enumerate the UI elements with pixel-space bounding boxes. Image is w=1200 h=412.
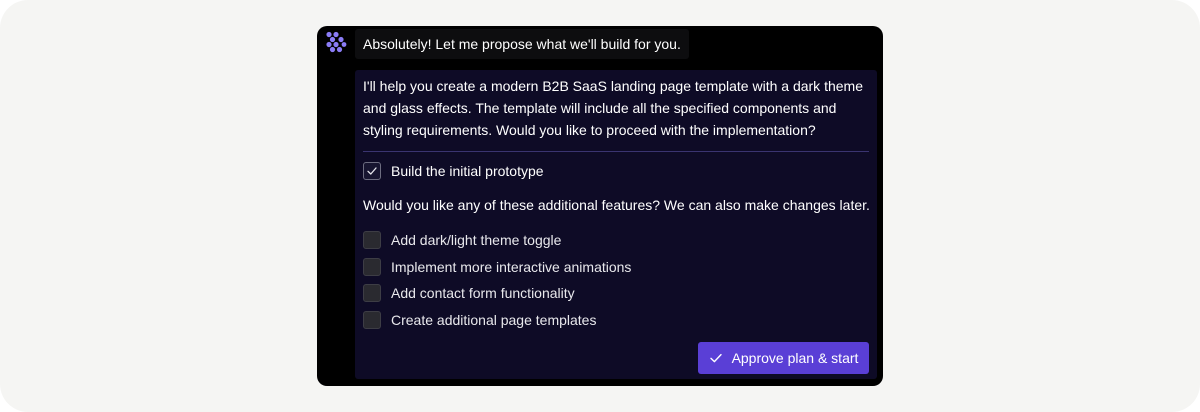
checkbox-checked[interactable] <box>363 162 381 180</box>
chat-window: Absolutely! Let me propose what we'll bu… <box>317 26 883 386</box>
feature-item-page-templates[interactable]: Create additional page templates <box>363 310 596 330</box>
checklist-item-initial-prototype[interactable]: Build the initial prototype <box>363 161 544 181</box>
plan-intro-text: I'll help you create a modern B2B SaaS l… <box>363 78 863 138</box>
checkbox[interactable] <box>363 284 381 302</box>
assistant-header-message: Absolutely! Let me propose what we'll bu… <box>355 29 689 59</box>
plan-panel: I'll help you create a modern B2B SaaS l… <box>355 70 877 379</box>
approve-plan-button[interactable]: Approve plan & start <box>698 342 869 374</box>
feature-item-label: Implement more interactive animations <box>391 259 632 275</box>
check-icon <box>367 167 377 175</box>
sparkle-dots-logo-icon <box>326 31 347 53</box>
page-background: Absolutely! Let me propose what we'll bu… <box>0 0 1200 412</box>
feature-item-animations[interactable]: Implement more interactive animations <box>363 257 631 277</box>
approve-plan-button-label: Approve plan & start <box>731 350 859 366</box>
checklist-item-label: Build the initial prototype <box>391 163 544 179</box>
feature-item-contact-form[interactable]: Add contact form functionality <box>363 283 575 303</box>
divider <box>363 151 869 152</box>
feature-item-theme-toggle[interactable]: Add dark/light theme toggle <box>363 230 561 250</box>
check-icon <box>709 351 723 365</box>
additional-features-question: Would you like any of these additional f… <box>363 197 870 213</box>
checkbox[interactable] <box>363 311 381 329</box>
feature-item-label: Add dark/light theme toggle <box>391 232 562 248</box>
checkbox[interactable] <box>363 231 381 249</box>
feature-item-label: Create additional page templates <box>391 312 597 328</box>
feature-item-label: Add contact form functionality <box>391 285 575 301</box>
checkbox[interactable] <box>363 258 381 276</box>
